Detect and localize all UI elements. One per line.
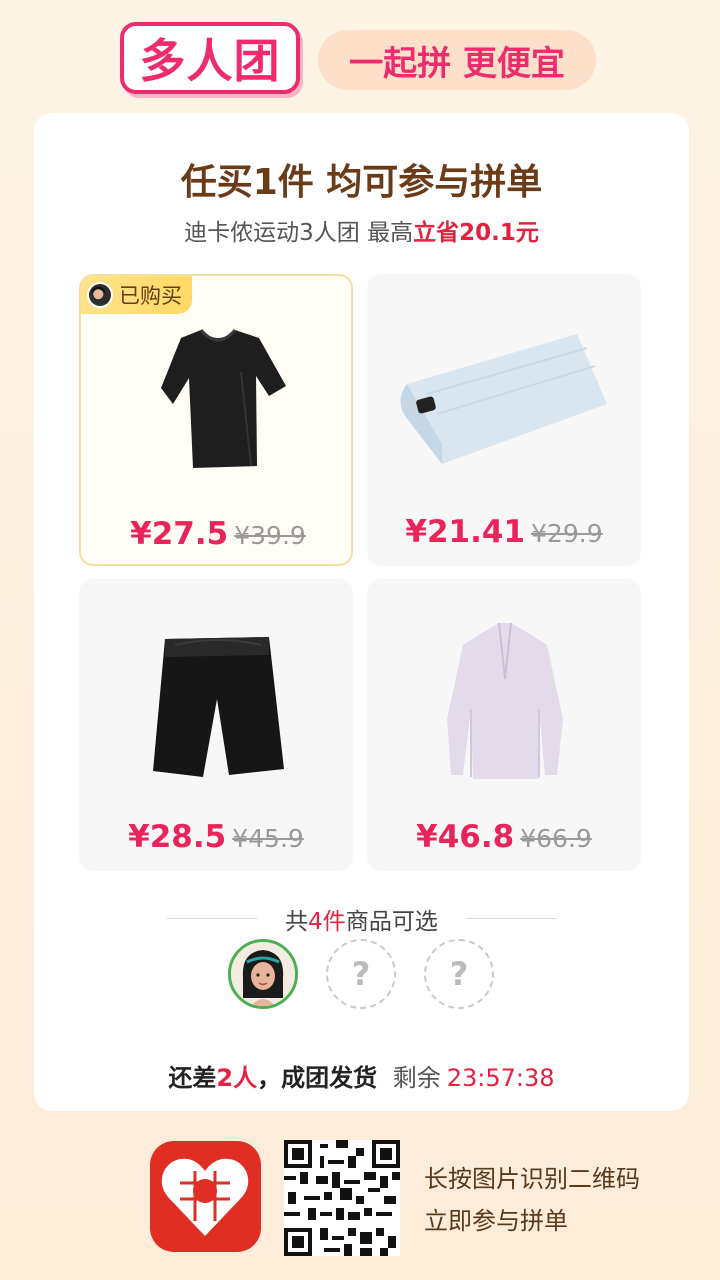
price-row: ¥27.5 ¥39.9 [81,516,351,552]
shorts-image [153,637,284,777]
header: 多人团 一起拼 更便宜 [0,0,720,110]
qr-code[interactable] [284,1140,400,1256]
empty-slot-avatar: ? [424,939,494,1009]
missing-count: 2人 [216,1064,258,1092]
halfzip-top-image [447,622,563,779]
product-count-divider: 共4件商品可选 [34,900,689,936]
subtitle-prefix: 迪卡侬运动3人团 最高 [184,220,414,246]
empty-slot-avatar: ? [326,939,396,1009]
divider-line-right [466,918,556,919]
price-row: ¥21.41 ¥29.9 [367,514,641,550]
original-price: ¥29.9 [531,519,603,548]
count-suffix: 商品可选 [345,909,438,935]
group-status: 还差2人，成团发货 剩余 23:57:38 [34,1058,689,1093]
price-row: ¥28.5 ¥45.9 [79,819,353,855]
member-portrait [231,942,295,1006]
member-avatar [228,939,298,1009]
card-subtitle: 迪卡侬运动3人团 最高立省20.1元 [34,213,689,247]
slogan-pill: 一起拼 更便宜 [318,30,596,90]
product-card-halfzip[interactable]: ¥46.8 ¥66.9 [367,579,641,871]
original-price: ¥45.9 [232,824,304,853]
savings-highlight: 立省20.1元 [413,220,539,246]
towel-image [400,334,607,464]
product-card-tshirt[interactable]: 已购买 ¥27.5 ¥39.9 [79,274,353,566]
product-card-towel[interactable]: ¥21.41 ¥29.9 [367,274,641,566]
group-buy-card: 任买1件 均可参与拼单 迪卡侬运动3人团 最高立省20.1元 已购买 ¥27.5… [34,113,689,1111]
scan-instructions: 长按图片识别二维码 立即参与拼单 [424,1158,640,1242]
original-price: ¥66.9 [520,824,592,853]
count-prefix: 共 [285,909,309,935]
card-title: 任买1件 均可参与拼单 [180,162,543,203]
scan-instruction-line2: 立即参与拼单 [424,1207,568,1235]
product-count-text: 共4件商品可选 [34,902,689,936]
current-price: ¥46.8 [416,819,515,855]
pinduoduo-app-icon [150,1141,261,1252]
remaining-label: 剩余 [392,1064,441,1092]
current-price: ¥21.41 [405,514,526,550]
product-card-shorts[interactable]: ¥28.5 ¥45.9 [79,579,353,871]
buyer-avatar-mini [87,282,113,308]
countdown-timer: 23:57:38 [446,1064,555,1092]
current-price: ¥28.5 [128,819,227,855]
purchased-label: 已购买 [119,284,182,308]
scan-instruction-line1: 长按图片识别二维码 [424,1165,640,1193]
status-suffix: ，成团发货 [257,1064,378,1092]
status-prefix: 还差 [168,1064,217,1092]
brand-logo: 多人团 [120,22,300,94]
original-price: ¥39.9 [234,521,306,550]
price-row: ¥46.8 ¥66.9 [367,819,641,855]
count-number: 4件 [308,909,346,935]
current-price: ¥27.5 [130,516,229,552]
purchased-badge: 已购买 [81,276,192,314]
